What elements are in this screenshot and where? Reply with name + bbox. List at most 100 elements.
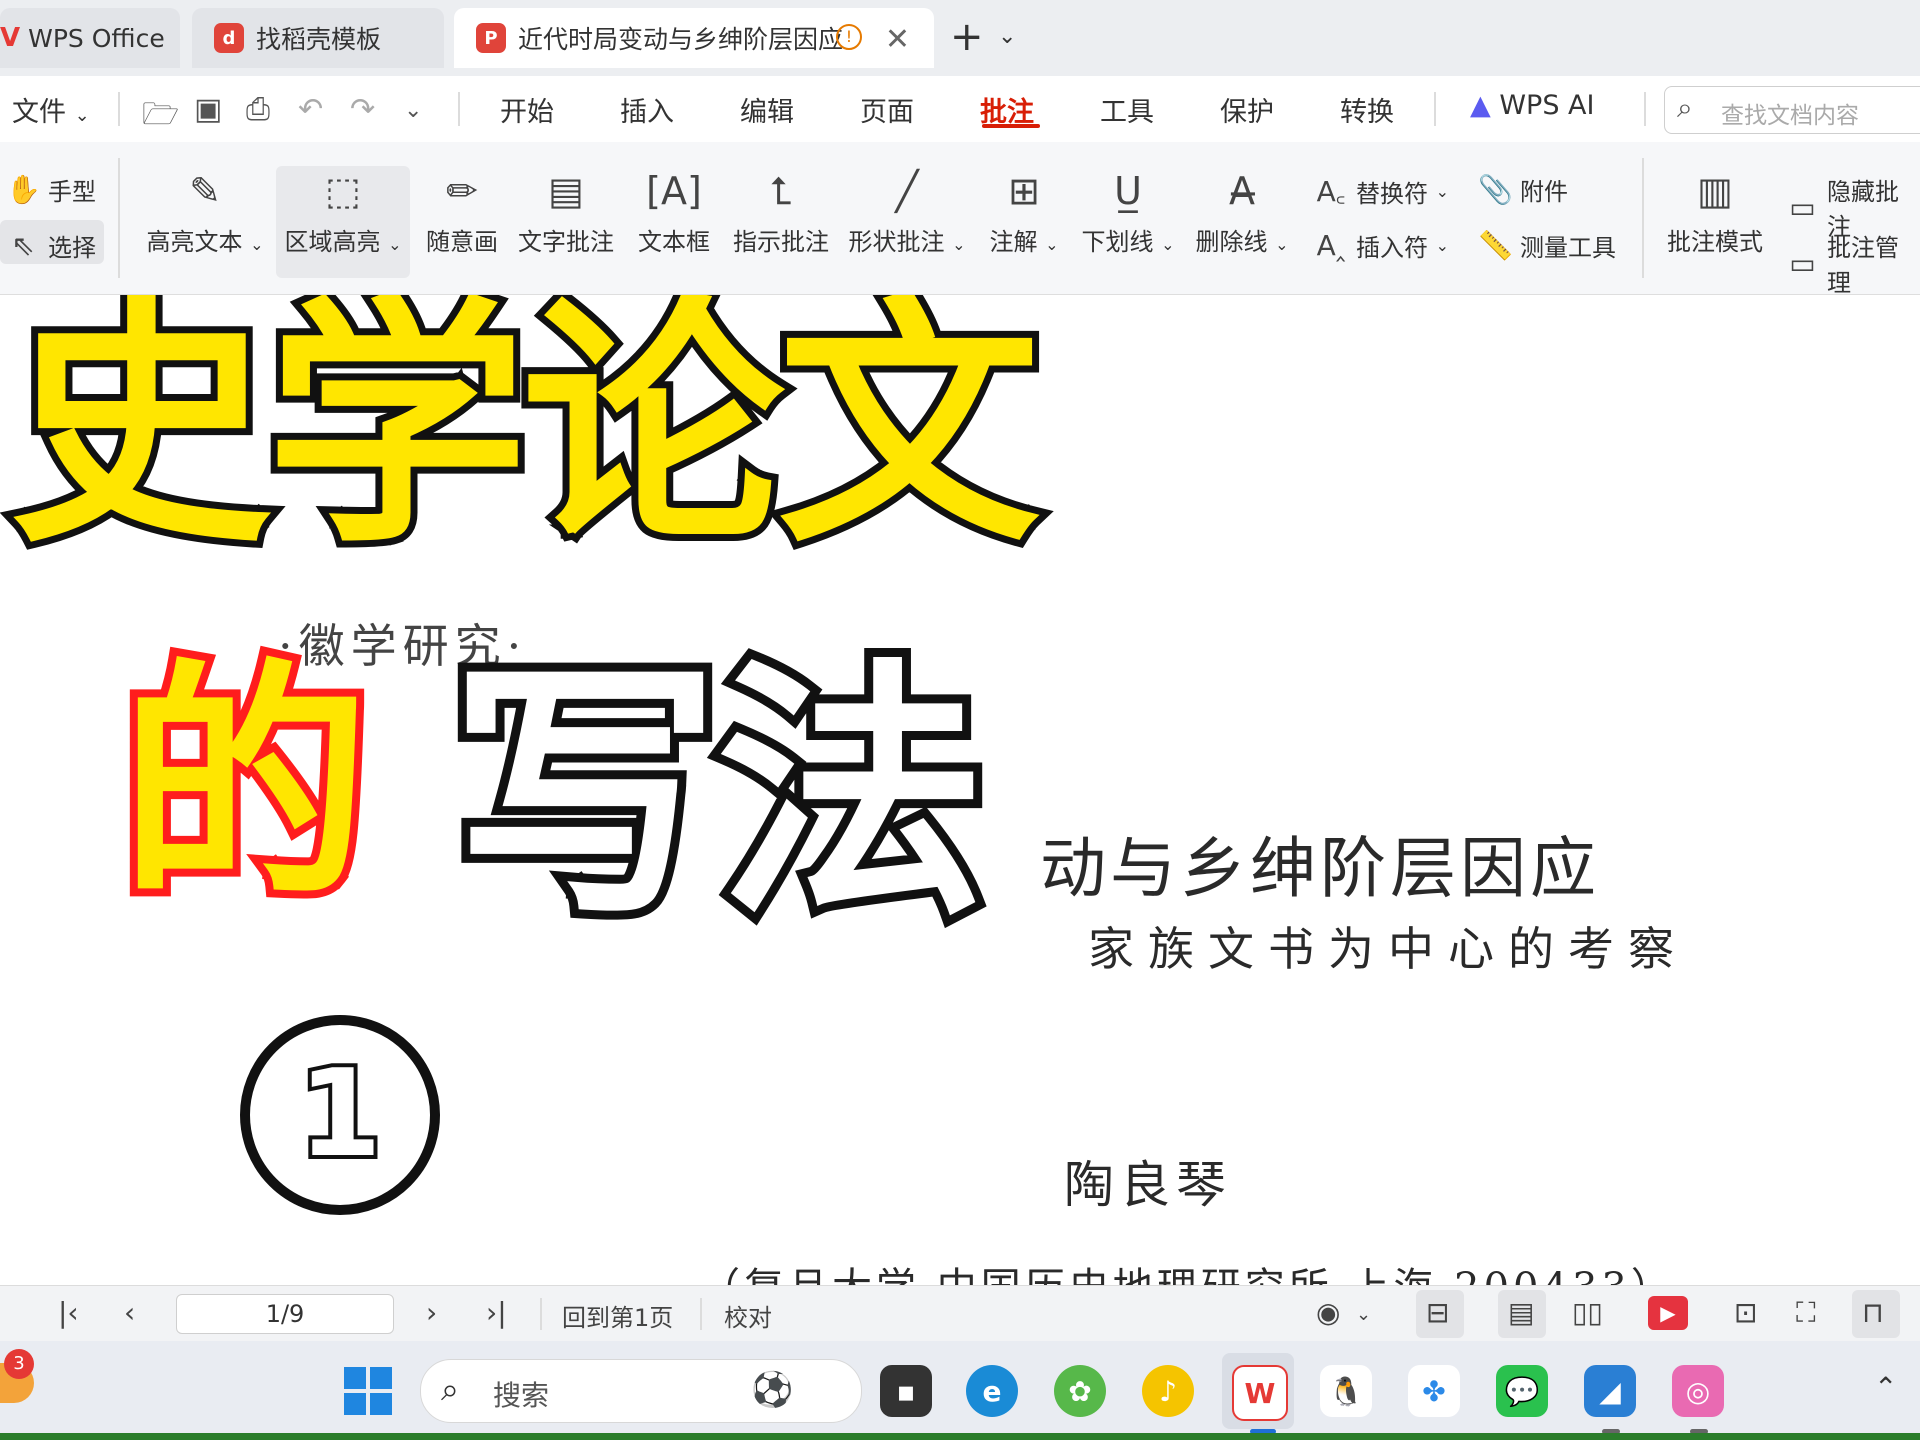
wechat-app-icon[interactable]: 💬 bbox=[1496, 1365, 1548, 1417]
menu-file[interactable]: 文件 ⌄ bbox=[12, 90, 90, 129]
ruler-icon: 📏 bbox=[1478, 229, 1513, 262]
menu-start[interactable]: 开始 bbox=[500, 90, 554, 129]
view-chevron-down-icon[interactable]: ⌄ bbox=[1356, 1304, 1371, 1325]
wps-app-icon[interactable]: W bbox=[1232, 1365, 1288, 1421]
chevron-down-icon: ⌄ bbox=[74, 105, 90, 126]
taskbar-search-input[interactable]: ⌕ 搜索 ⚽ bbox=[420, 1359, 862, 1423]
new-tab-button[interactable]: + bbox=[950, 14, 984, 60]
document-search-input[interactable]: ⌕ 查找文档内容 bbox=[1664, 86, 1920, 134]
text-box-icon: [A] bbox=[646, 169, 702, 213]
shape-comment-button[interactable]: ╱ 形状批注 ⌄ bbox=[842, 166, 972, 257]
first-page-icon[interactable]: |‹ bbox=[58, 1296, 79, 1329]
photos-app-icon[interactable]: ✿ bbox=[1054, 1365, 1106, 1417]
attachment-label: 附件 bbox=[1520, 178, 1568, 206]
tab-wps-office[interactable]: V WPS Office bbox=[0, 8, 180, 68]
image-viewer-icon[interactable]: ◢ bbox=[1584, 1365, 1636, 1417]
replace-mark-label: 替换符 bbox=[1356, 179, 1428, 208]
fit-width-icon[interactable]: ⊡ bbox=[1734, 1296, 1757, 1329]
redo-icon[interactable]: ↷ bbox=[350, 92, 375, 127]
undo-icon[interactable]: ↶ bbox=[298, 92, 323, 127]
qq-app-icon[interactable]: 🐧 bbox=[1320, 1365, 1372, 1417]
windows-taskbar: 3 ⌕ 搜索 ⚽ ▪ e ✿ ♪ W 🐧 ✤ 💬 ◢ ◎ ⌃ bbox=[0, 1341, 1920, 1440]
back-to-first-page-button[interactable]: 回到第1页 bbox=[562, 1298, 673, 1333]
prev-page-icon[interactable]: ‹ bbox=[124, 1296, 135, 1329]
reading-mode-icon[interactable]: ⊓ bbox=[1862, 1296, 1884, 1329]
menu-insert[interactable]: 插入 bbox=[620, 90, 674, 129]
menu-protect[interactable]: 保护 bbox=[1220, 90, 1274, 129]
eye-view-icon[interactable]: ◉ bbox=[1316, 1296, 1340, 1329]
document-page[interactable]: ·徽学研究· 动与乡绅阶层因应 家族文书为中心的考察 陶良琴 （复旦大学 中国历… bbox=[0, 295, 1920, 1285]
hide-annotations-icon: ▭ bbox=[1789, 190, 1816, 224]
notification-count: 3 bbox=[13, 1353, 25, 1374]
text-box-button[interactable]: [A] 文本框 bbox=[626, 166, 722, 257]
warning-icon[interactable]: ! bbox=[836, 24, 862, 50]
overlay-episode-number: 1 bbox=[240, 1015, 440, 1215]
strikethrough-button[interactable]: A̶ 删除线 ⌄ bbox=[1186, 166, 1298, 257]
daoke-logo-icon: d bbox=[214, 23, 244, 53]
manage-annotations-button[interactable]: ▭ 批注管理 bbox=[1786, 228, 1920, 298]
cursor-arrow-icon: ⇖ bbox=[11, 229, 35, 262]
open-folder-icon[interactable]: 🗁 bbox=[142, 92, 179, 143]
close-tab-icon[interactable]: ✕ bbox=[885, 22, 910, 57]
manage-annotations-icon: ▭ bbox=[1789, 246, 1816, 280]
taskbar-search-placeholder: 搜索 bbox=[493, 1379, 550, 1412]
highlighter-icon: ✎ bbox=[189, 169, 221, 213]
highlight-text-button[interactable]: ✎ 高亮文本 ⌄ bbox=[140, 166, 270, 257]
menu-bar: 文件 ⌄ 🗁 ▣ ⎙ ↶ ↷ ⌄ 开始 插入 编辑 页面 批注 工具 保护 转换… bbox=[0, 76, 1920, 143]
note-button[interactable]: ⊞ 注解 ⌄ bbox=[978, 166, 1070, 257]
print-icon[interactable]: ⎙ bbox=[246, 92, 270, 127]
tab-template[interactable]: d 找稻壳模板 bbox=[192, 8, 444, 68]
manage-annotations-label: 批注管理 bbox=[1826, 234, 1899, 297]
select-tool-button[interactable]: ⇖ 选择 bbox=[6, 228, 96, 263]
windows-start-icon[interactable] bbox=[344, 1367, 392, 1415]
wps-ai-icon: ▲ bbox=[1470, 90, 1491, 121]
insert-mark-icon: A‸ bbox=[1316, 229, 1346, 262]
single-page-icon[interactable]: ▤ bbox=[1508, 1296, 1534, 1329]
menu-edit[interactable]: 编辑 bbox=[740, 90, 794, 129]
freehand-draw-button[interactable]: ✏ 随意画 bbox=[414, 166, 510, 257]
task-view-icon[interactable]: ▪ bbox=[880, 1365, 932, 1417]
hand-tool-button[interactable]: ✋ 手型 bbox=[6, 172, 96, 207]
music-app-icon[interactable]: ♪ bbox=[1142, 1365, 1194, 1417]
tab-list-chevron-icon[interactable]: ⌄ bbox=[998, 24, 1016, 49]
text-comment-button[interactable]: ▤ 文字批注 bbox=[514, 166, 618, 257]
annotation-ribbon: ✋ 手型 ⇖ 选择 ✎ 高亮文本 ⌄ ⬚ 区域高亮 ⌄ ✏ 随意画 ▤ 文字批注 [A] 文本… bbox=[0, 142, 1920, 298]
attachment-button[interactable]: 📎 附件 bbox=[1478, 172, 1568, 207]
underline-button[interactable]: U̲ 下划线 ⌄ bbox=[1076, 166, 1180, 257]
page-number-value: 1/9 bbox=[265, 1300, 305, 1328]
shape-comment-label: 形状批注 bbox=[848, 228, 945, 256]
text-box-label: 文本框 bbox=[638, 228, 710, 256]
edge-browser-icon[interactable]: e bbox=[966, 1365, 1018, 1417]
wps-ai-button[interactable]: ▲ WPS AI bbox=[1470, 90, 1595, 121]
replace-mark-button[interactable]: A꜀ 替换符 ⌄ bbox=[1314, 172, 1449, 210]
quick-access-more-icon[interactable]: ⌄ bbox=[404, 98, 422, 123]
tab-document[interactable]: P 近代时局变动与乡绅阶层因应 ! ✕ bbox=[454, 8, 934, 68]
system-tray-chevron-up-icon[interactable]: ⌃ bbox=[1874, 1371, 1897, 1404]
menu-tools[interactable]: 工具 bbox=[1100, 90, 1154, 129]
play-slideshow-button[interactable]: ▶ bbox=[1648, 1296, 1688, 1330]
line-shape-icon: ╱ bbox=[895, 169, 919, 213]
measure-tool-button[interactable]: 📏 测量工具 bbox=[1478, 228, 1616, 263]
menu-page[interactable]: 页面 bbox=[860, 90, 914, 129]
area-highlight-button[interactable]: ⬚ 区域高亮 ⌄ bbox=[278, 166, 408, 257]
menu-convert[interactable]: 转换 bbox=[1340, 90, 1394, 129]
next-page-icon[interactable]: › bbox=[426, 1296, 437, 1329]
last-page-icon[interactable]: ›| bbox=[486, 1296, 507, 1329]
save-icon[interactable]: ▣ bbox=[194, 92, 222, 127]
cloud-drive-icon[interactable]: ✤ bbox=[1408, 1365, 1460, 1417]
insert-mark-button[interactable]: A‸ 插入符 ⌄ bbox=[1314, 228, 1449, 263]
proofread-button[interactable]: 校对 bbox=[724, 1298, 772, 1333]
camera-app-icon[interactable]: ◎ bbox=[1672, 1365, 1724, 1417]
divider bbox=[1434, 92, 1436, 126]
fullscreen-icon[interactable]: ⛶ bbox=[1796, 1296, 1816, 1330]
pointer-comment-button[interactable]: ⮤ 指示批注 bbox=[726, 166, 836, 257]
callout-icon: ⮤ bbox=[769, 169, 793, 213]
tab-template-label: 找稻壳模板 bbox=[256, 25, 382, 54]
document-author: 陶良琴 bbox=[1064, 1156, 1232, 1214]
continuous-page-icon[interactable]: ⊟ bbox=[1426, 1296, 1449, 1329]
two-page-icon[interactable]: ▯▯ bbox=[1572, 1296, 1603, 1329]
annotation-mode-button[interactable]: ▥ 批注模式 bbox=[1660, 166, 1770, 257]
status-bar: |‹ ‹ 1/9 › ›| 回到第1页 校对 ◉ ⌄ ⊟ ▤ ▯▯ ▶ ⊡ ⛶ … bbox=[0, 1285, 1920, 1342]
wps-logo-icon: V bbox=[0, 23, 21, 53]
page-number-input[interactable]: 1/9 bbox=[176, 1294, 394, 1334]
